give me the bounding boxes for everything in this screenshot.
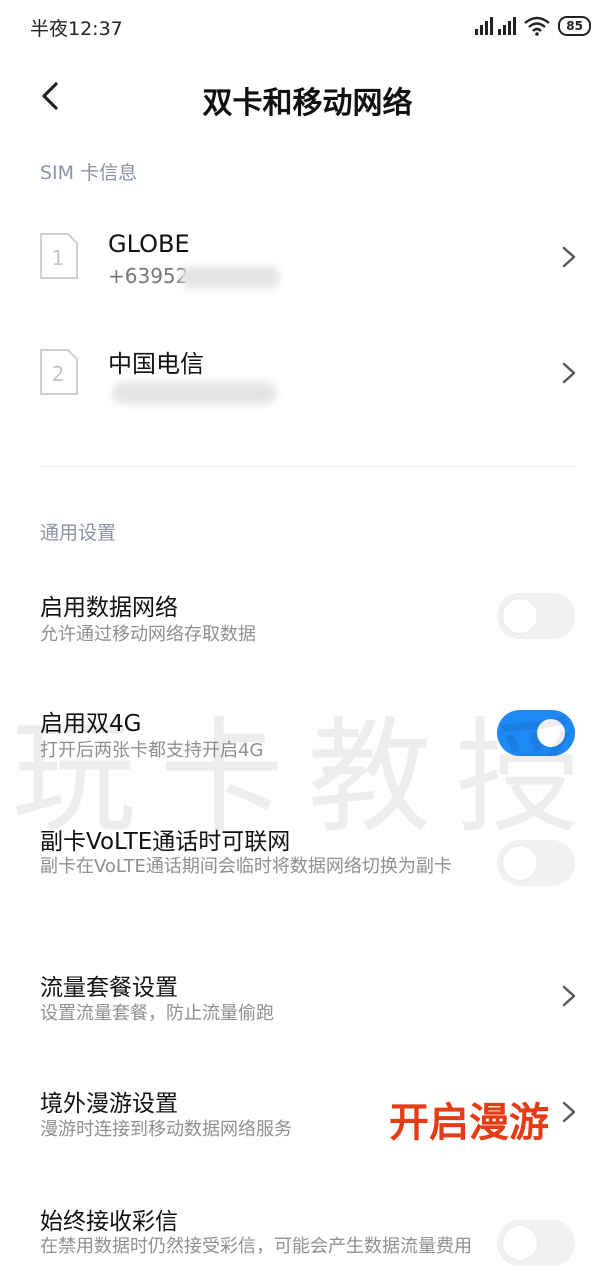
setting-title: 副卡VoLTE通话时可联网 xyxy=(40,829,291,855)
sim-slot-number: 1 xyxy=(52,246,65,270)
sim-card-name: GLOBE xyxy=(108,230,190,258)
app-header: 双卡和移动网络 xyxy=(0,62,615,132)
sim-card-icon: 1 xyxy=(40,233,78,279)
setting-subtitle: 设置流量套餐，防止流量偷跑 xyxy=(40,1003,274,1024)
setting-subtitle: 在禁用数据时仍然接受彩信，可能会产生数据流量费用 xyxy=(40,1236,472,1257)
setting-subtitle: 打开后两张卡都支持开启4G xyxy=(40,740,264,761)
sim-card-number: +63952 xyxy=(108,264,189,288)
chevron-right-icon xyxy=(562,985,576,1007)
setting-enable-dual-4g[interactable]: 启用双4G 打开后两张卡都支持开启4G xyxy=(0,688,615,784)
setting-title: 流量套餐设置 xyxy=(40,975,178,1001)
wifi-icon xyxy=(524,16,551,36)
chevron-right-icon xyxy=(562,1101,576,1123)
chevron-right-icon xyxy=(562,246,576,268)
secondary-volte-toggle[interactable] xyxy=(497,840,575,886)
chevron-right-icon xyxy=(562,362,576,384)
signal-icon xyxy=(475,17,517,35)
setting-title: 始终接收彩信 xyxy=(40,1209,178,1235)
mms-toggle[interactable] xyxy=(497,1220,575,1266)
status-icons: 85 xyxy=(475,16,591,36)
sim-section-label: SIM 卡信息 xyxy=(40,162,138,184)
setting-always-receive-mms[interactable]: 始终接收彩信 在禁用数据时仍然接受彩信，可能会产生数据流量费用 xyxy=(0,1186,615,1280)
setting-subtitle: 允许通过移动网络存取数据 xyxy=(40,624,256,645)
status-time: 半夜12:37 xyxy=(30,18,123,40)
status-bar: 半夜12:37 85 xyxy=(0,0,615,56)
redacted-number-blur xyxy=(180,266,280,288)
sim-card-2-row[interactable]: 2 中国电信 xyxy=(0,324,615,424)
setting-title: 启用双4G xyxy=(40,711,142,737)
setting-data-plan[interactable]: 流量套餐设置 设置流量套餐，防止流量偷跑 xyxy=(0,952,615,1042)
setting-title: 境外漫游设置 xyxy=(40,1091,178,1117)
battery-indicator: 85 xyxy=(558,16,591,36)
setting-secondary-volte-data[interactable]: 副卡VoLTE通话时可联网 副卡在VoLTE通话期间会临时将数据网络切换为副卡 xyxy=(0,806,615,926)
sim-slot-number: 2 xyxy=(52,362,65,386)
data-network-toggle[interactable] xyxy=(497,593,575,639)
setting-subtitle: 副卡在VoLTE通话期间会临时将数据网络切换为副卡 xyxy=(40,856,452,877)
sim-card-name: 中国电信 xyxy=(108,350,204,378)
roaming-annotation: 开启漫游 xyxy=(389,1100,549,1146)
setting-enable-data-network[interactable]: 启用数据网络 允许通过移动网络存取数据 xyxy=(0,570,615,666)
sim-card-icon: 2 xyxy=(40,349,78,395)
section-divider xyxy=(40,466,575,467)
dual-4g-toggle[interactable] xyxy=(497,710,575,756)
redacted-number-blur xyxy=(112,382,277,404)
general-section-label: 通用设置 xyxy=(40,522,117,544)
sim-card-1-row[interactable]: 1 GLOBE +63952 xyxy=(0,208,615,308)
setting-title: 启用数据网络 xyxy=(40,595,178,621)
page-title: 双卡和移动网络 xyxy=(202,86,413,121)
